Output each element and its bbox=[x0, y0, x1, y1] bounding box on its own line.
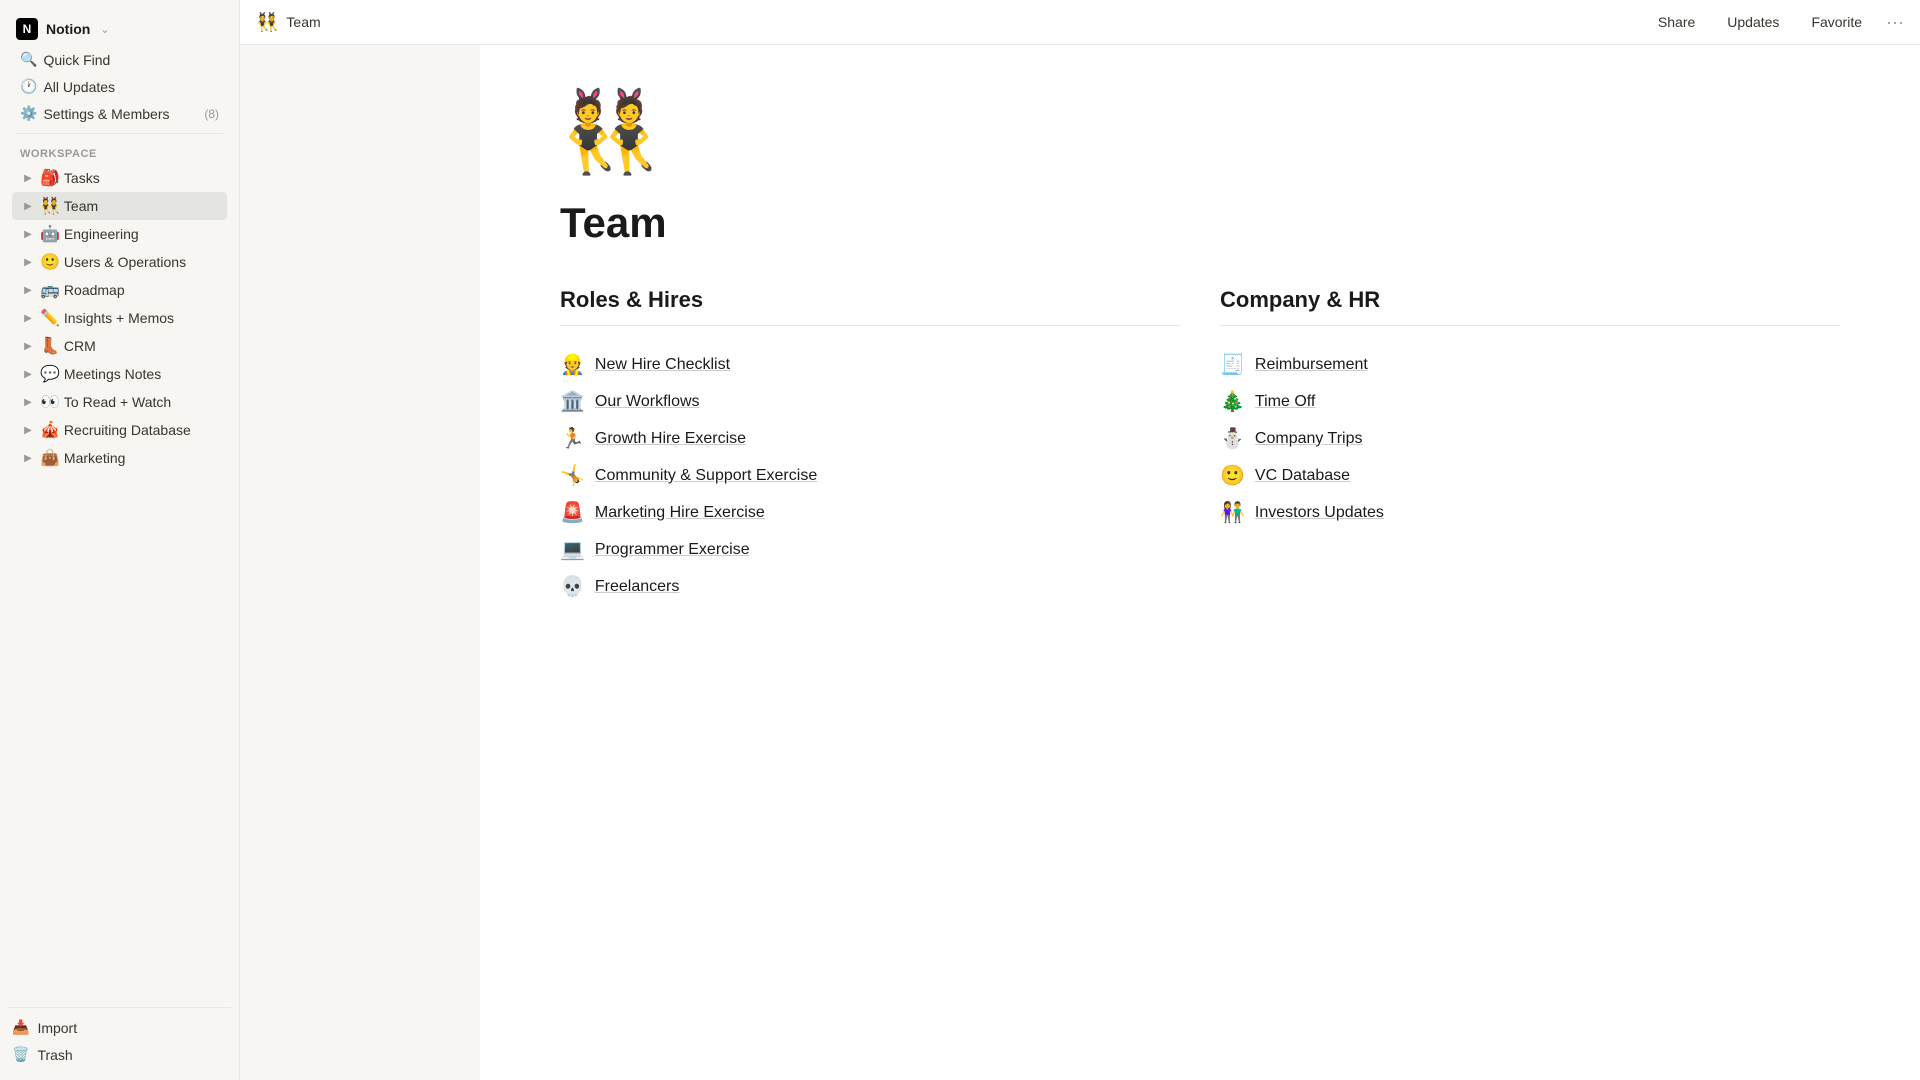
expand-arrow-icon: ▶ bbox=[20, 425, 36, 436]
expand-arrow-icon: ▶ bbox=[20, 369, 36, 380]
sidebar-bottom-divider bbox=[8, 1007, 231, 1008]
link-new-hire-checklist[interactable]: 👷 New Hire Checklist bbox=[560, 346, 1180, 383]
favorite-button[interactable]: Favorite bbox=[1803, 10, 1870, 34]
page-emoji-icon: 👯 bbox=[256, 12, 278, 33]
settings-icon: ⚙️ bbox=[20, 105, 37, 122]
sidebar: N Notion ⌄ 🔍 Quick Find 🕐 All Updates ⚙️… bbox=[0, 0, 240, 1080]
sidebar-item-insights-memos[interactable]: ▶ ✏️ Insights + Memos bbox=[12, 304, 227, 332]
content-grid: Roles & Hires 👷 New Hire Checklist 🏛️ Ou… bbox=[560, 287, 1840, 605]
link-programmer-exercise[interactable]: 💻 Programmer Exercise bbox=[560, 531, 1180, 568]
topbar: 👯 Team Share Updates Favorite ··· bbox=[240, 0, 1920, 45]
notion-header[interactable]: N Notion ⌄ bbox=[8, 12, 231, 46]
workspace-label: WORKSPACE bbox=[8, 140, 231, 164]
section-heading-company-hr: Company & HR bbox=[1220, 287, 1840, 313]
section-heading-roles-hires: Roles & Hires bbox=[560, 287, 1180, 313]
notion-logo: N bbox=[16, 18, 38, 40]
expand-arrow-icon: ▶ bbox=[20, 229, 36, 240]
expand-arrow-icon: ▶ bbox=[20, 397, 36, 408]
sidebar-divider bbox=[16, 133, 223, 134]
sidebar-item-users-operations[interactable]: ▶ 🙂 Users & Operations bbox=[12, 248, 227, 276]
share-button[interactable]: Share bbox=[1650, 10, 1703, 34]
expand-arrow-icon: ▶ bbox=[20, 173, 36, 184]
sidebar-item-recruiting-database[interactable]: ▶ 🎪 Recruiting Database bbox=[12, 416, 227, 444]
sidebar-item-all-updates[interactable]: 🕐 All Updates bbox=[12, 73, 227, 100]
company-trips-icon: ⛄ bbox=[1220, 426, 1245, 451]
updates-button[interactable]: Updates bbox=[1719, 10, 1787, 34]
link-growth-hire-exercise[interactable]: 🏃 Growth Hire Exercise bbox=[560, 420, 1180, 457]
sidebar-item-team[interactable]: ▶ 👯 Team bbox=[12, 192, 227, 220]
sidebar-item-quick-find[interactable]: 🔍 Quick Find bbox=[12, 46, 227, 73]
expand-arrow-icon: ▶ bbox=[20, 453, 36, 464]
section-divider bbox=[560, 325, 1180, 326]
page-hero-emoji: 👯 bbox=[560, 85, 1840, 179]
new-hire-icon: 👷 bbox=[560, 352, 585, 377]
import-icon: 📥 bbox=[12, 1019, 29, 1036]
reimbursement-icon: 🧾 bbox=[1220, 352, 1245, 377]
growth-hire-icon: 🏃 bbox=[560, 426, 585, 451]
expand-arrow-icon: ▶ bbox=[20, 285, 36, 296]
sidebar-top: N Notion ⌄ 🔍 Quick Find 🕐 All Updates ⚙️… bbox=[0, 8, 239, 480]
sidebar-item-settings[interactable]: ⚙️ Settings & Members (8) bbox=[12, 100, 227, 127]
expand-arrow-icon: ▶ bbox=[20, 257, 36, 268]
topbar-actions: Share Updates Favorite ··· bbox=[1650, 10, 1904, 34]
section-roles-hires: Roles & Hires 👷 New Hire Checklist 🏛️ Ou… bbox=[560, 287, 1180, 605]
sidebar-item-engineering[interactable]: ▶ 🤖 Engineering bbox=[12, 220, 227, 248]
app-title: Notion bbox=[46, 21, 90, 37]
clock-icon: 🕐 bbox=[20, 78, 37, 95]
investors-updates-icon: 👫 bbox=[1220, 500, 1245, 525]
sidebar-item-tasks[interactable]: ▶ 🎒 Tasks bbox=[12, 164, 227, 192]
sidebar-item-meetings-notes[interactable]: ▶ 💬 Meetings Notes bbox=[12, 360, 227, 388]
link-reimbursement[interactable]: 🧾 Reimbursement bbox=[1220, 346, 1840, 383]
expand-arrow-icon: ▶ bbox=[20, 341, 36, 352]
link-time-off[interactable]: 🎄 Time Off bbox=[1220, 383, 1840, 420]
expand-arrow-icon: ▶ bbox=[20, 313, 36, 324]
workflows-icon: 🏛️ bbox=[560, 389, 585, 414]
page-main-title: Team bbox=[560, 199, 1840, 247]
link-company-trips[interactable]: ⛄ Company Trips bbox=[1220, 420, 1840, 457]
link-vc-database[interactable]: 🙂 VC Database bbox=[1220, 457, 1840, 494]
freelancers-icon: 💀 bbox=[560, 574, 585, 599]
chevron-down-icon: ⌄ bbox=[100, 23, 109, 36]
sidebar-item-roadmap[interactable]: ▶ 🚌 Roadmap bbox=[12, 276, 227, 304]
link-community-support-exercise[interactable]: 🤸 Community & Support Exercise bbox=[560, 457, 1180, 494]
expand-arrow-icon: ▶ bbox=[20, 201, 36, 212]
link-our-workflows[interactable]: 🏛️ Our Workflows bbox=[560, 383, 1180, 420]
link-marketing-hire-exercise[interactable]: 🚨 Marketing Hire Exercise bbox=[560, 494, 1180, 531]
more-options-icon[interactable]: ··· bbox=[1886, 12, 1904, 33]
sidebar-item-import[interactable]: 📥 Import bbox=[0, 1014, 239, 1041]
topbar-title: 👯 Team bbox=[256, 12, 321, 33]
sidebar-item-trash[interactable]: 🗑️ Trash bbox=[0, 1041, 239, 1068]
section-company-hr: Company & HR 🧾 Reimbursement 🎄 Time Off … bbox=[1220, 287, 1840, 605]
community-support-icon: 🤸 bbox=[560, 463, 585, 488]
marketing-hire-icon: 🚨 bbox=[560, 500, 585, 525]
page-title: Team bbox=[286, 14, 320, 30]
main-content: 👯 Team Roles & Hires 👷 New Hire Checklis… bbox=[480, 45, 1920, 1080]
sidebar-item-marketing[interactable]: ▶ 👜 Marketing bbox=[12, 444, 227, 472]
time-off-icon: 🎄 bbox=[1220, 389, 1245, 414]
link-freelancers[interactable]: 💀 Freelancers bbox=[560, 568, 1180, 605]
section-divider-2 bbox=[1220, 325, 1840, 326]
sidebar-item-to-read-watch[interactable]: ▶ 👀 To Read + Watch bbox=[12, 388, 227, 416]
sidebar-item-crm[interactable]: ▶ 👢 CRM bbox=[12, 332, 227, 360]
trash-icon: 🗑️ bbox=[12, 1046, 29, 1063]
vc-database-icon: 🙂 bbox=[1220, 463, 1245, 488]
link-investors-updates[interactable]: 👫 Investors Updates bbox=[1220, 494, 1840, 531]
programmer-icon: 💻 bbox=[560, 537, 585, 562]
search-icon: 🔍 bbox=[20, 51, 37, 68]
sidebar-bottom: 📥 Import 🗑️ Trash bbox=[0, 997, 239, 1072]
